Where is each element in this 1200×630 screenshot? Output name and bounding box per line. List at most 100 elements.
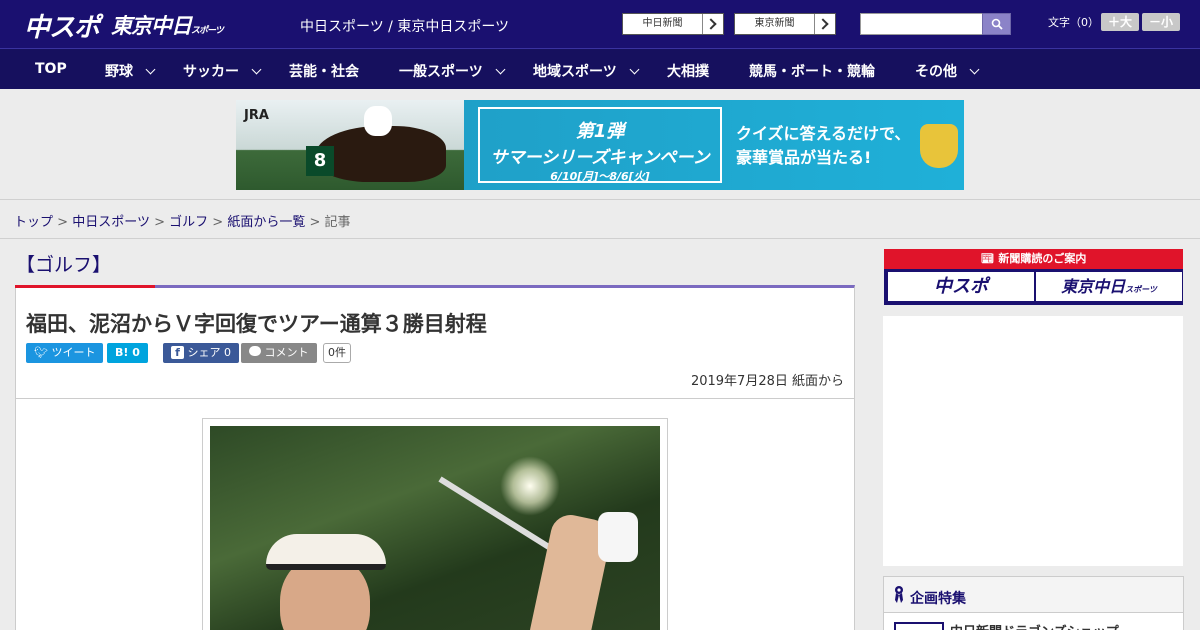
comment-bubble-icon bbox=[249, 346, 261, 356]
search-icon bbox=[991, 18, 1003, 30]
article-photo[interactable] bbox=[210, 426, 660, 630]
breadcrumb-separator: > bbox=[154, 215, 165, 230]
feature-item-dragons-shop[interactable]: 中日新聞ドラゴンズショップ bbox=[950, 621, 1119, 630]
promo-line-1: クイズに答えるだけで、 bbox=[736, 124, 911, 143]
breadcrumb-current: 記事 bbox=[324, 215, 351, 230]
nav-sumo-label: 大相撲 bbox=[667, 64, 709, 80]
chunichi-shimbun-button[interactable]: 中日新聞 bbox=[622, 13, 724, 35]
breadcrumb-separator: > bbox=[309, 215, 321, 230]
tokyo-chunichi-logo-text: 東京中日 bbox=[111, 14, 192, 38]
chevron-down-icon bbox=[495, 64, 506, 75]
twitter-bird-icon: 🐦︎ bbox=[34, 346, 48, 359]
nav-local-sports-label: 地域スポーツ bbox=[533, 64, 617, 80]
font-larger-button[interactable]: ＋大 bbox=[1101, 13, 1139, 31]
chevron-right-icon bbox=[814, 14, 835, 34]
article-dateline: 2019年7月28日 紙面から bbox=[690, 374, 844, 389]
chevron-down-icon bbox=[145, 64, 156, 75]
tokyo-shimbun-button[interactable]: 東京新聞 bbox=[734, 13, 836, 35]
hatena-bookmark-button[interactable]: B! 0 bbox=[107, 343, 148, 363]
search-input[interactable] bbox=[860, 13, 983, 35]
photo-sun-flare bbox=[500, 456, 560, 516]
nav-local-sports[interactable]: 地域スポーツ bbox=[533, 61, 640, 81]
tokyo-chunichi-logo-small: スポーツ bbox=[191, 26, 224, 36]
jra-logo: JRA bbox=[244, 108, 269, 123]
hatena-icon: B! bbox=[115, 346, 129, 359]
banner-horse-scene: JRA 8 bbox=[236, 100, 464, 190]
nav-top-label: TOP bbox=[35, 61, 67, 77]
subscribe-tokyo-chunichi-label: 東京中日 bbox=[1061, 277, 1126, 296]
article-card: 福田、泥沼からＶ字回復でツアー通算３勝目射程 🐦︎ ツイート B! 0 f シェ… bbox=[15, 285, 855, 630]
breadcrumb-chunichi-sports[interactable]: 中日スポーツ bbox=[72, 215, 150, 230]
ad-banner-area: JRA 8 第1弾 サマーシリーズキャンペーン 6/10[月]～8/6[火] ク… bbox=[0, 89, 1200, 199]
jra-ad-banner[interactable]: JRA 8 第1弾 サマーシリーズキャンペーン 6/10[月]～8/6[火] ク… bbox=[236, 100, 964, 190]
campaign-box: 第1弾 サマーシリーズキャンペーン 6/10[月]～8/6[火] bbox=[478, 107, 722, 183]
chevron-down-icon bbox=[969, 64, 980, 75]
comment-button[interactable]: コメント bbox=[241, 343, 317, 363]
nav-other-label: その他 bbox=[915, 64, 957, 80]
nav-entertainment[interactable]: 芸能・社会 bbox=[289, 61, 359, 81]
feature-title: 企画特集 bbox=[910, 591, 966, 607]
subscribe-chunichi-sports-button[interactable]: 中スポ bbox=[888, 272, 1034, 301]
subscription-header: 📰︎ 新聞購読のご案内 bbox=[884, 249, 1183, 269]
photo-visor bbox=[266, 534, 386, 570]
campaign-promo: クイズに答えるだけで、 豪華賞品が当たる! bbox=[736, 122, 910, 170]
chunichi-sports-logo[interactable]: 中スポ bbox=[24, 7, 100, 44]
horse-number: 8 bbox=[306, 146, 334, 176]
nav-racing[interactable]: 競馬・ボート・競輪 bbox=[749, 61, 875, 81]
nav-soccer-label: サッカー bbox=[183, 64, 239, 80]
promo-line-2: 豪華賞品が当たる! bbox=[736, 148, 872, 167]
subscription-header-label: 新聞購読のご案内 bbox=[998, 252, 1087, 265]
facebook-icon: f bbox=[171, 346, 184, 359]
sidebar-ad-slot[interactable] bbox=[883, 316, 1183, 566]
card-accent-bar bbox=[15, 285, 155, 288]
nav-sumo[interactable]: 大相撲 bbox=[667, 61, 709, 81]
newspaper-icon: 📰︎ bbox=[980, 252, 995, 265]
campaign-title: サマーシリーズキャンペーン bbox=[490, 148, 710, 168]
breadcrumb-separator: > bbox=[57, 215, 69, 230]
nav-general-sports[interactable]: 一般スポーツ bbox=[399, 61, 506, 81]
subscribe-tokyo-chunichi-small: スポーツ bbox=[1125, 285, 1157, 294]
breadcrumb-bar: トップ > 中日スポーツ > ゴルフ > 紙面から一覧 > 記事 bbox=[0, 199, 1200, 239]
hatena-count: 0 bbox=[132, 346, 140, 359]
divider bbox=[16, 398, 854, 399]
breadcrumb-separator: > bbox=[212, 215, 224, 230]
breadcrumb-golf[interactable]: ゴルフ bbox=[169, 215, 208, 230]
article-headline: 福田、泥沼からＶ字回復でツアー通算３勝目射程 bbox=[26, 312, 487, 336]
tokyo-chunichi-logo[interactable]: 東京中日スポーツ bbox=[111, 10, 224, 40]
nav-soccer[interactable]: サッカー bbox=[183, 61, 262, 81]
font-smaller-button[interactable]: －小 bbox=[1142, 13, 1180, 31]
nav-baseball-label: 野球 bbox=[105, 64, 133, 80]
search-button[interactable] bbox=[982, 13, 1011, 35]
subscription-box: 📰︎ 新聞購読のご案内 中スポ 東京中日スポーツ bbox=[884, 249, 1183, 305]
nav-top[interactable]: TOP bbox=[35, 61, 67, 77]
nav-entertainment-label: 芸能・社会 bbox=[289, 64, 359, 80]
facebook-share-button[interactable]: f シェア 0 bbox=[163, 343, 239, 363]
chevron-right-icon bbox=[702, 14, 723, 34]
feature-header: 企画特集 bbox=[884, 577, 1183, 613]
breadcrumb-print-list[interactable]: 紙面から一覧 bbox=[227, 215, 305, 230]
comment-label: コメント bbox=[264, 346, 309, 359]
article-photo-frame bbox=[202, 418, 668, 630]
site-links[interactable]: 中日スポーツ / 東京中日スポーツ bbox=[300, 16, 509, 36]
facebook-share-count: 0 bbox=[224, 346, 231, 359]
feature-box: 企画特集 中日新聞ドラゴンズショップ bbox=[883, 576, 1184, 630]
chevron-down-icon bbox=[251, 64, 262, 75]
tweet-button[interactable]: 🐦︎ ツイート bbox=[26, 343, 104, 363]
campaign-dates: 6/10[月]～8/6[火] bbox=[550, 170, 650, 183]
breadcrumb-top[interactable]: トップ bbox=[14, 215, 53, 230]
nav-racing-label: 競馬・ボート・競輪 bbox=[749, 64, 875, 80]
photo-glove bbox=[598, 512, 638, 562]
nav-baseball[interactable]: 野球 bbox=[105, 61, 156, 81]
subscribe-tokyo-chunichi-button[interactable]: 東京中日スポーツ bbox=[1036, 272, 1182, 301]
comment-count: 0件 bbox=[323, 343, 351, 363]
ribbon-icon bbox=[895, 586, 903, 603]
feature-item-thumbnail[interactable] bbox=[894, 622, 944, 630]
chevron-down-icon bbox=[629, 64, 640, 75]
main-nav: TOP 野球 サッカー 芸能・社会 一般スポーツ 地域スポーツ 大相撲 競馬・ボ… bbox=[0, 48, 1200, 89]
chunichi-shimbun-label: 中日新聞 bbox=[623, 14, 703, 34]
font-size-label: 文字（0） bbox=[1048, 16, 1099, 29]
campaign-phase: 第1弾 bbox=[575, 121, 625, 142]
facebook-share-label: シェア bbox=[187, 346, 221, 359]
nav-general-sports-label: 一般スポーツ bbox=[399, 64, 483, 80]
nav-other[interactable]: その他 bbox=[915, 61, 980, 81]
